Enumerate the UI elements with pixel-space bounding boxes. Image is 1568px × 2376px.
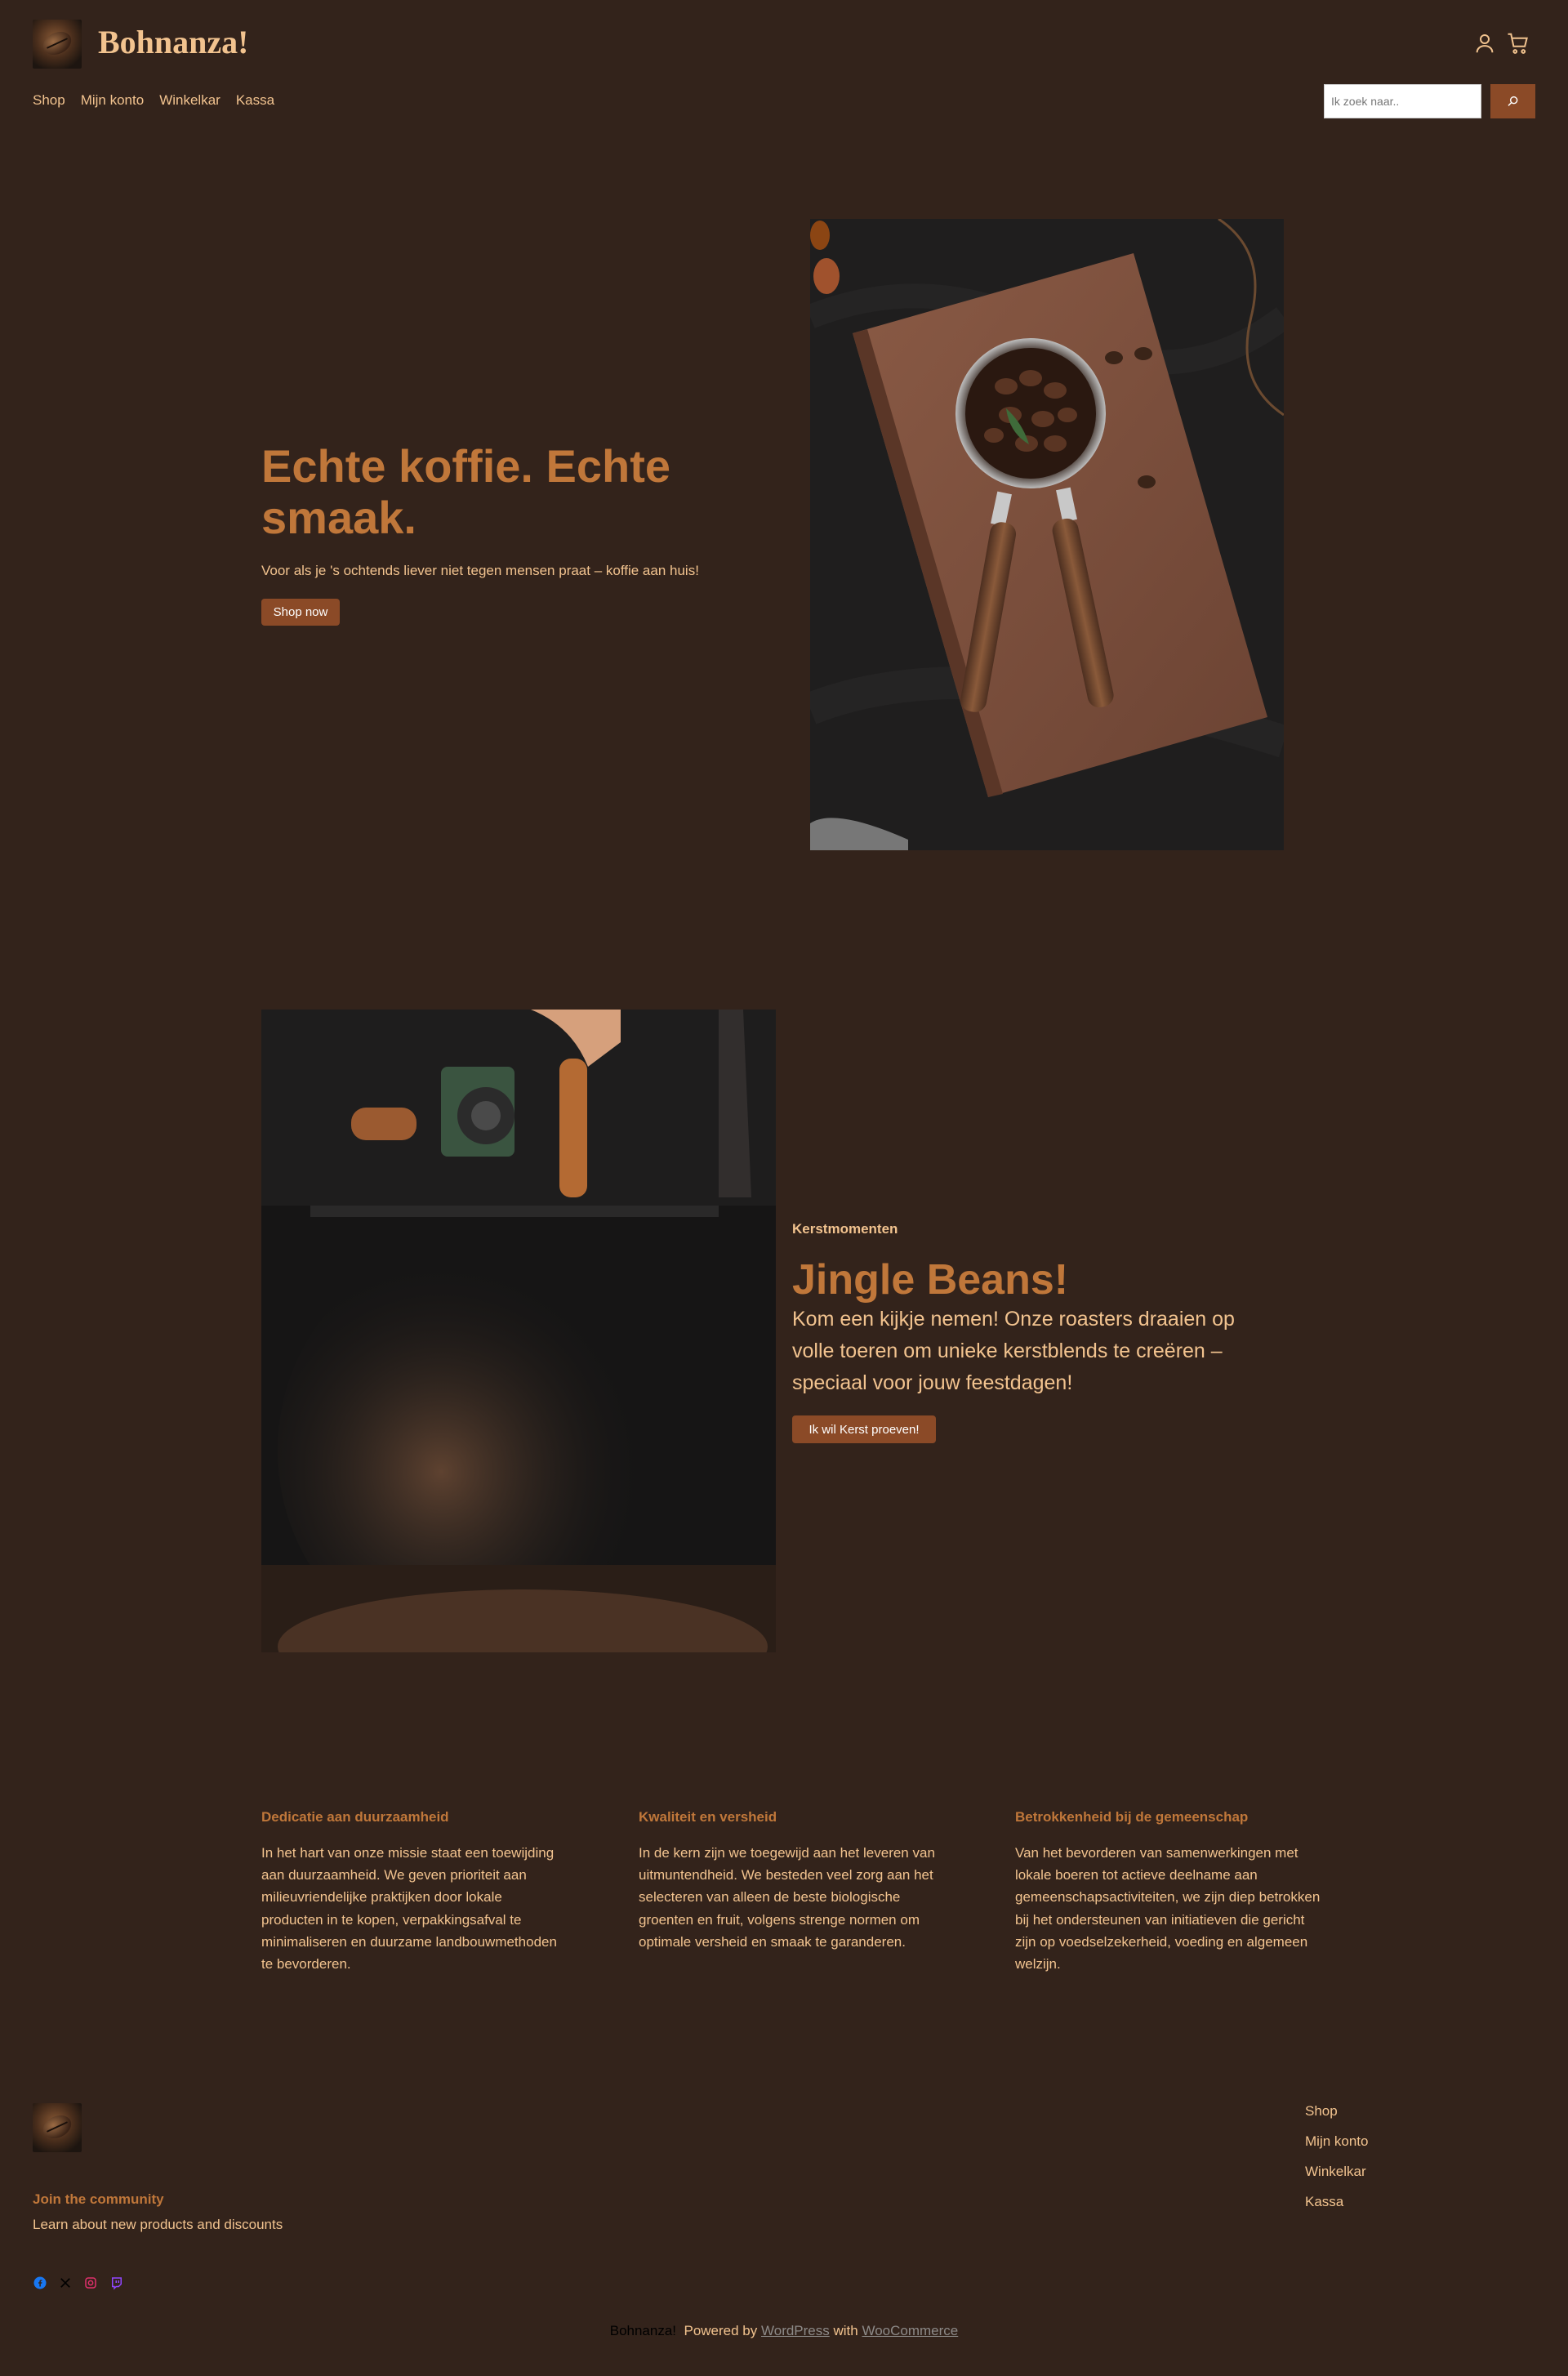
wordpress-link[interactable]: WordPress bbox=[761, 2323, 830, 2338]
x-icon[interactable] bbox=[58, 2276, 73, 2290]
nav-mijn-konto[interactable]: Mijn konto bbox=[81, 92, 144, 109]
feature-column: Betrokkenheid bij de gemeenschap Van het… bbox=[1015, 1809, 1321, 1975]
roaster-image bbox=[261, 1010, 776, 1652]
search-icon bbox=[1507, 96, 1517, 106]
feature-title: Kwaliteit en versheid bbox=[639, 1809, 777, 1825]
main-nav: Shop Mijn konto Winkelkar Kassa bbox=[33, 92, 274, 109]
footer-nav: Shop Mijn konto Winkelkar Kassa bbox=[1305, 2103, 1368, 2210]
coffee-bean-icon bbox=[39, 2111, 75, 2143]
feature-title: Dedicatie aan duurzaamheid bbox=[261, 1809, 449, 1825]
shop-now-button[interactable]: Shop now bbox=[261, 599, 340, 626]
jingle-text: Kom een kijkje nemen! Onze roasters draa… bbox=[792, 1308, 1235, 1394]
coffee-bean-icon bbox=[39, 27, 75, 60]
footer-nav-mijn-konto[interactable]: Mijn konto bbox=[1305, 2133, 1368, 2150]
feature-column: Dedicatie aan duurzaamheid In het hart v… bbox=[261, 1809, 568, 1975]
instagram-icon[interactable] bbox=[83, 2276, 98, 2290]
site-title[interactable]: Bohnanza! bbox=[98, 23, 249, 61]
section-kicker: Kerstmomenten bbox=[792, 1221, 898, 1237]
kerst-proeven-button[interactable]: Ik wil Kerst proeven! bbox=[792, 1415, 936, 1443]
join-text: Learn about new products and discounts bbox=[33, 2217, 283, 2232]
footer-logo[interactable] bbox=[33, 2103, 82, 2152]
nav-winkelkar[interactable]: Winkelkar bbox=[159, 92, 220, 109]
credit-powered: Powered by bbox=[684, 2323, 758, 2338]
cart-icon[interactable] bbox=[1506, 31, 1530, 56]
feature-text: In het hart van onze missie staat een to… bbox=[261, 1845, 557, 1972]
jingle-title: Jingle Beans! bbox=[792, 1256, 1069, 1304]
hero-title: Echte koffie. Echte smaak. bbox=[261, 440, 671, 543]
facebook-icon[interactable] bbox=[33, 2276, 47, 2290]
twitch-icon[interactable] bbox=[109, 2276, 124, 2290]
footer-credits: Bohnanza! Powered by WordPress with WooC… bbox=[0, 2323, 1568, 2339]
nav-shop[interactable]: Shop bbox=[33, 92, 65, 109]
feature-title: Betrokkenheid bij de gemeenschap bbox=[1015, 1809, 1249, 1825]
woocommerce-link[interactable]: WooCommerce bbox=[862, 2323, 958, 2338]
site-header: Bohnanza! Shop Mijn konto Winkelkar Kass… bbox=[0, 0, 1568, 131]
search-input[interactable] bbox=[1324, 84, 1481, 118]
footer-nav-kassa[interactable]: Kassa bbox=[1305, 2194, 1368, 2210]
feature-text: Van het bevorderen van samenwerkingen me… bbox=[1015, 1845, 1321, 1972]
account-icon[interactable] bbox=[1472, 31, 1497, 56]
join-title: Join the community bbox=[33, 2191, 164, 2207]
feature-text: In de kern zijn we toegewijd aan het lev… bbox=[639, 1845, 935, 1950]
footer-nav-shop[interactable]: Shop bbox=[1305, 2103, 1368, 2120]
credit-with: with bbox=[833, 2323, 858, 2338]
hero-image bbox=[810, 219, 1284, 850]
feature-column: Kwaliteit en versheid In de kern zijn we… bbox=[639, 1809, 945, 1953]
nav-kassa[interactable]: Kassa bbox=[236, 92, 274, 109]
footer-nav-winkelkar[interactable]: Winkelkar bbox=[1305, 2164, 1368, 2180]
credit-brand: Bohnanza! bbox=[609, 2323, 677, 2338]
hero-subtitle: Voor als je 's ochtends liever niet tege… bbox=[261, 563, 699, 578]
site-logo[interactable] bbox=[33, 20, 82, 69]
search-button[interactable] bbox=[1490, 84, 1535, 118]
